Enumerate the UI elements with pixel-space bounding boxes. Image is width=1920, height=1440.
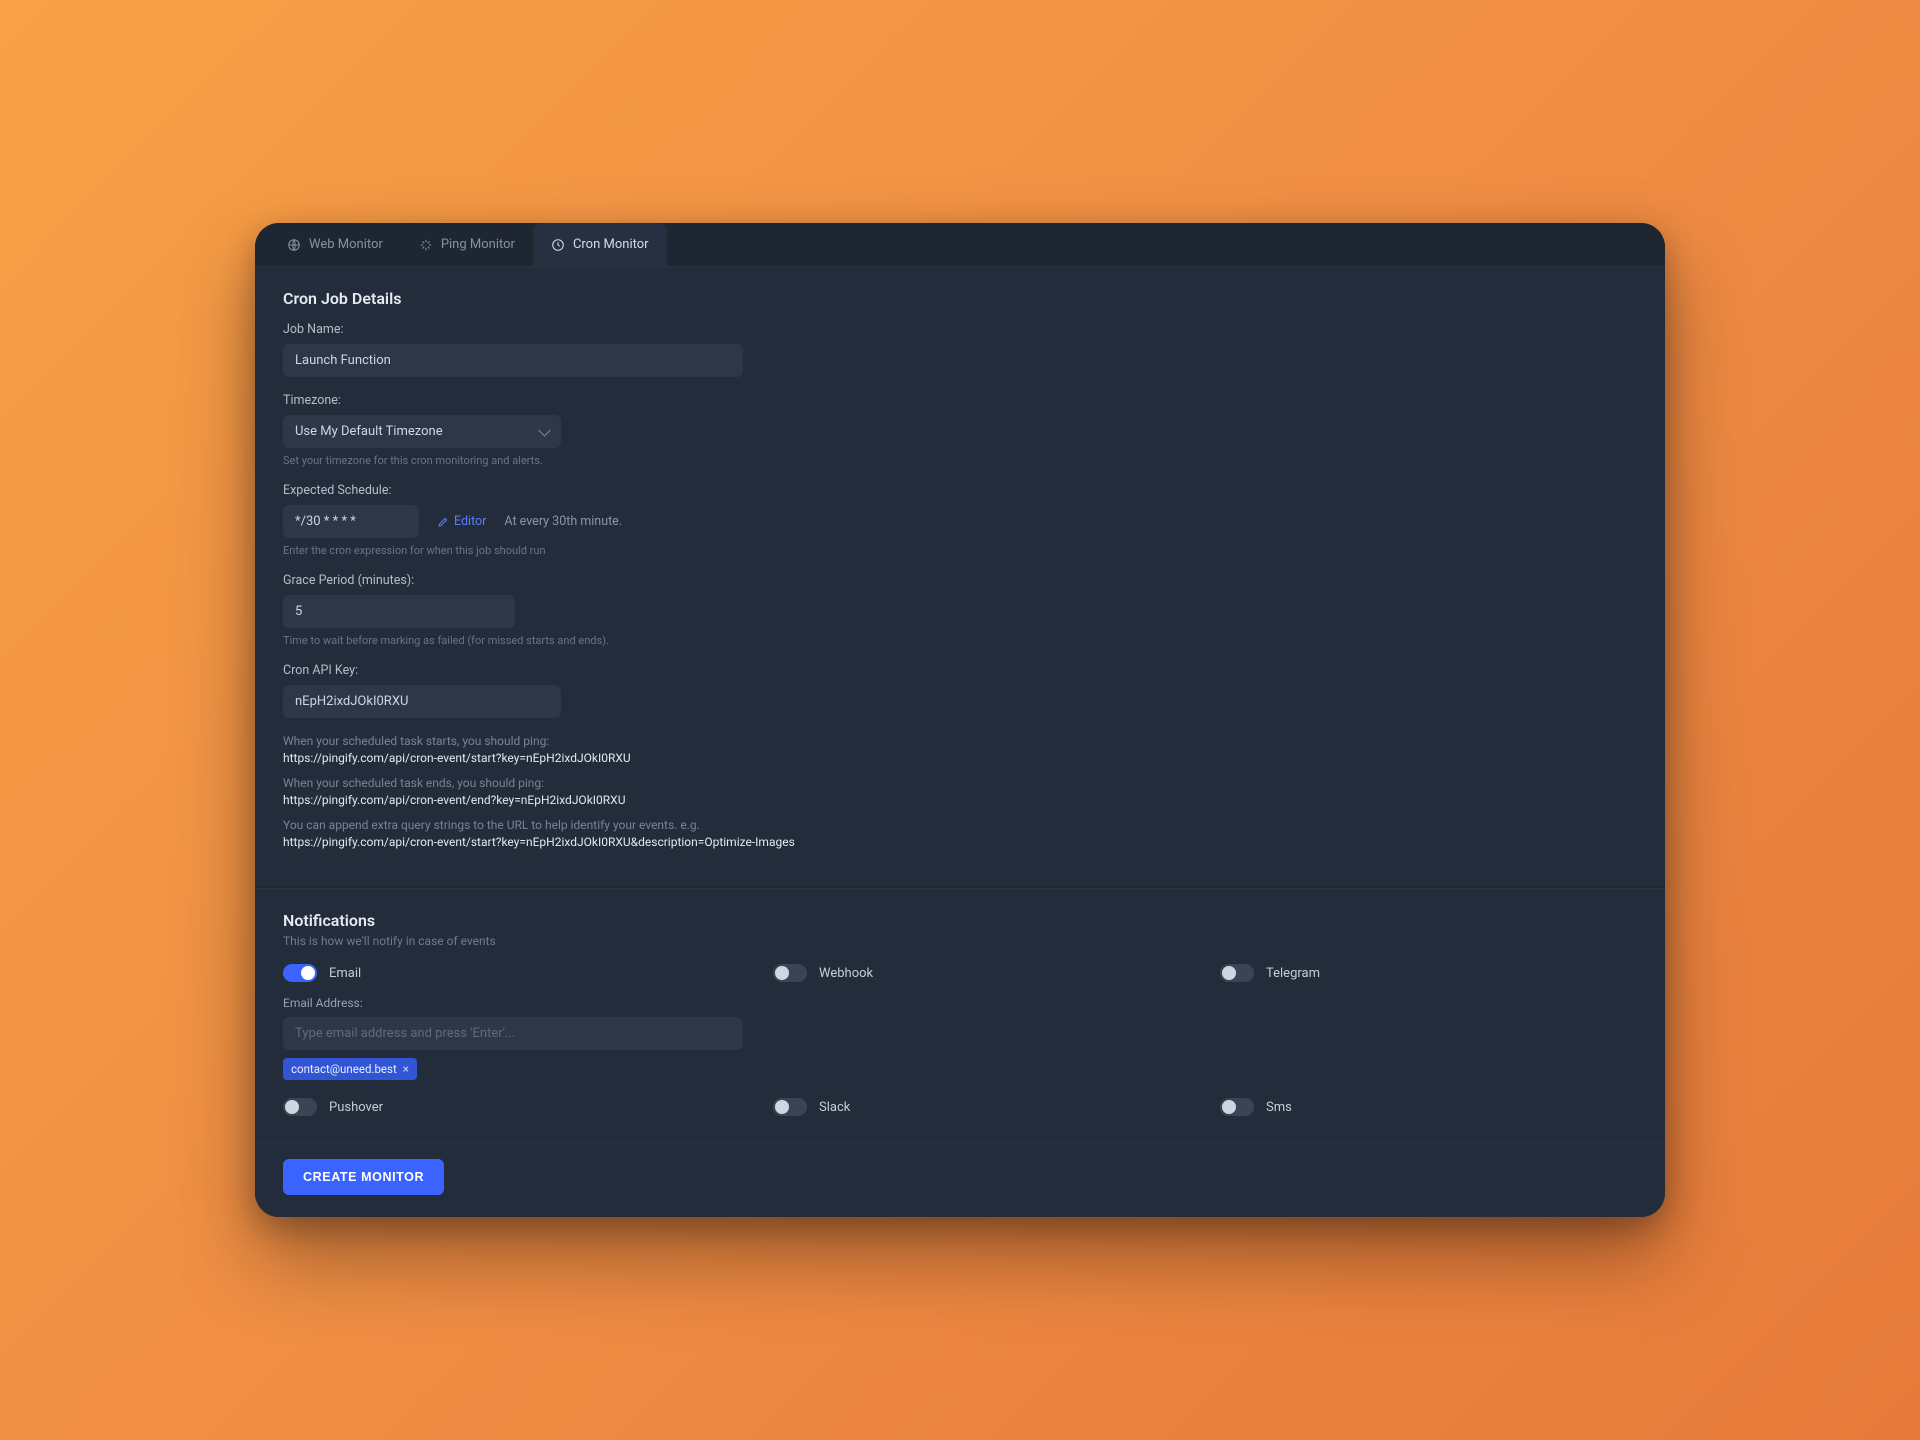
tab-web-monitor[interactable]: Web Monitor (269, 223, 401, 266)
tab-label: Web Monitor (309, 237, 383, 252)
schedule-description: At every 30th minute. (504, 514, 622, 529)
job-name-label: Job Name: (283, 322, 1637, 337)
toggle-pushover[interactable] (283, 1098, 317, 1116)
timezone-label: Timezone: (283, 393, 1637, 408)
cron-details-card: Cron Job Details Job Name: Timezone: Set… (255, 266, 1665, 886)
notifications-subtitle: This is how we'll notify in case of even… (283, 934, 1637, 948)
api-start-url: https://pingify.com/api/cron-event/start… (283, 751, 631, 765)
api-end-label: When your scheduled task ends, you shoul… (283, 776, 1637, 790)
create-monitor-button[interactable]: CREATE MONITOR (283, 1159, 444, 1195)
schedule-input[interactable] (283, 505, 419, 538)
notif-telegram: Telegram (1220, 964, 1637, 982)
schedule-help: Enter the cron expression for when this … (283, 544, 1637, 557)
notif-label: Pushover (329, 1100, 383, 1115)
email-chip-text: contact@uneed.best (291, 1062, 397, 1076)
api-end-url: https://pingify.com/api/cron-event/end?k… (283, 793, 625, 807)
notif-slack: Slack (773, 1098, 1190, 1116)
notif-label: Slack (819, 1100, 850, 1115)
toggle-sms[interactable] (1220, 1098, 1254, 1116)
editor-link-text: Editor (454, 514, 486, 529)
notif-webhook: Webhook (773, 964, 1190, 982)
email-address-group: Email Address: contact@uneed.best × (283, 996, 743, 1080)
notif-label: Telegram (1266, 966, 1320, 981)
notif-label: Email (329, 966, 361, 981)
notif-email: Email (283, 964, 743, 982)
clock-icon (551, 238, 565, 252)
notifications-card: Notifications This is how we'll notify i… (255, 888, 1665, 1142)
pencil-icon (437, 516, 449, 528)
toggle-webhook[interactable] (773, 964, 807, 982)
email-address-label: Email Address: (283, 996, 743, 1010)
footer: CREATE MONITOR (255, 1142, 1665, 1217)
grace-label: Grace Period (minutes): (283, 573, 1637, 588)
toggle-email[interactable] (283, 964, 317, 982)
api-info: When your scheduled task starts, you sho… (283, 734, 1637, 850)
api-key-group: Cron API Key: (283, 663, 1637, 718)
grace-input[interactable] (283, 595, 515, 628)
tab-ping-monitor[interactable]: Ping Monitor (401, 223, 533, 266)
schedule-group: Expected Schedule: Editor At every 30th … (283, 483, 1637, 557)
api-extra-label: You can append extra query strings to th… (283, 818, 1637, 832)
sparkle-icon (419, 238, 433, 252)
job-name-input[interactable] (283, 344, 743, 377)
schedule-label: Expected Schedule: (283, 483, 1637, 498)
monitor-type-tabs: Web Monitor Ping Monitor Cron Monitor (255, 223, 1665, 266)
tab-label: Ping Monitor (441, 237, 515, 252)
section-heading: Notifications (283, 911, 1637, 930)
timezone-group: Timezone: Set your timezone for this cro… (283, 393, 1637, 467)
notif-label: Sms (1266, 1100, 1292, 1115)
api-key-label: Cron API Key: (283, 663, 1637, 678)
toggle-slack[interactable] (773, 1098, 807, 1116)
schedule-editor-link[interactable]: Editor (437, 514, 486, 529)
tab-cron-monitor[interactable]: Cron Monitor (533, 223, 667, 266)
notif-sms: Sms (1220, 1098, 1637, 1116)
api-key-input[interactable] (283, 685, 561, 718)
email-chip-remove[interactable]: × (403, 1062, 409, 1076)
notifications-grid: Email Webhook Telegram Email Address: co… (283, 964, 1637, 1116)
section-heading: Cron Job Details (283, 289, 1637, 308)
timezone-help: Set your timezone for this cron monitori… (283, 454, 1637, 467)
notif-label: Webhook (819, 966, 873, 981)
email-address-input[interactable] (283, 1017, 743, 1050)
tab-label: Cron Monitor (573, 237, 649, 252)
app-window: Web Monitor Ping Monitor Cron Monitor Cr… (255, 223, 1665, 1217)
api-start-label: When your scheduled task starts, you sho… (283, 734, 1637, 748)
toggle-telegram[interactable] (1220, 964, 1254, 982)
email-chip: contact@uneed.best × (283, 1058, 417, 1080)
grace-help: Time to wait before marking as failed (f… (283, 634, 1637, 647)
notif-pushover: Pushover (283, 1098, 743, 1116)
timezone-select[interactable] (283, 415, 561, 448)
api-extra-url: https://pingify.com/api/cron-event/start… (283, 835, 795, 849)
grace-group: Grace Period (minutes): Time to wait bef… (283, 573, 1637, 647)
job-name-group: Job Name: (283, 322, 1637, 377)
globe-icon (287, 238, 301, 252)
